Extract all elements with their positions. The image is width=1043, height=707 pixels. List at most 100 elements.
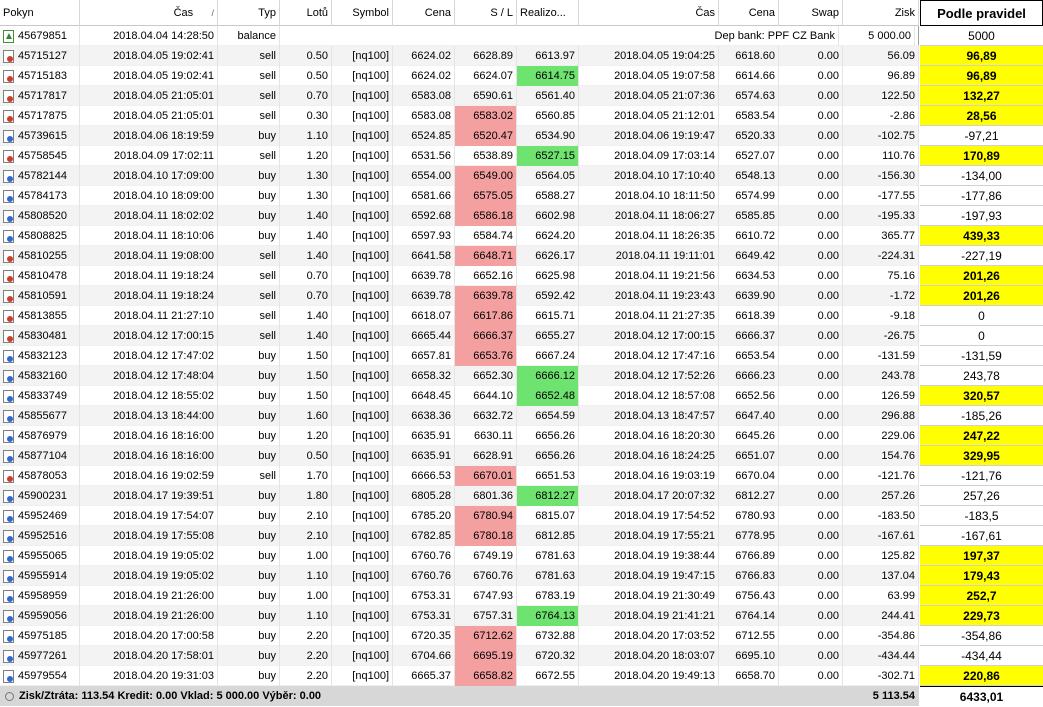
rule-value: 132,27 bbox=[920, 86, 1043, 106]
rule-value: -121,76 bbox=[920, 466, 1043, 486]
table-row[interactable]: 45739615 2018.04.06 18:19:59 buy 1.10 [nq100… bbox=[0, 126, 919, 146]
buy-order-icon bbox=[3, 609, 14, 623]
table-row[interactable]: 45952469 2018.04.19 17:54:07 buy 2.10 [nq100… bbox=[0, 506, 919, 526]
table-row[interactable]: 45758545 2018.04.09 17:02:11 sell 1.20 [nq10… bbox=[0, 146, 919, 166]
col-close-price[interactable]: Cena bbox=[719, 0, 779, 26]
rule-value: 170,89 bbox=[920, 146, 1043, 166]
sell-order-icon bbox=[3, 49, 14, 63]
rule-value: 329,95 bbox=[920, 446, 1043, 466]
buy-order-icon bbox=[3, 169, 14, 183]
rule-value: 201,26 bbox=[920, 266, 1043, 286]
trade-history-table: Pokyn Čas / Typ Lotů Symbol Cena S / L R… bbox=[0, 0, 919, 706]
rule-value: 28,56 bbox=[920, 106, 1043, 126]
balance-row[interactable]: 45679851 2018.04.04 14:28:50 balance Dep… bbox=[0, 26, 919, 46]
sell-order-icon bbox=[3, 269, 14, 283]
col-order[interactable]: Pokyn bbox=[0, 0, 80, 26]
rule-value: 439,33 bbox=[920, 226, 1043, 246]
table-row[interactable]: 45955914 2018.04.19 19:05:02 buy 1.10 [nq100… bbox=[0, 566, 919, 586]
table-row[interactable]: 45810591 2018.04.11 19:18:24 sell 0.70 [nq10… bbox=[0, 286, 919, 306]
table-row[interactable]: 45955065 2018.04.19 19:05:02 buy 1.00 [nq100… bbox=[0, 546, 919, 566]
buy-order-icon bbox=[3, 649, 14, 663]
table-row[interactable]: 45979554 2018.04.20 19:31:03 buy 2.20 [nq100… bbox=[0, 666, 919, 686]
buy-order-icon bbox=[3, 349, 14, 363]
table-row[interactable]: 45975185 2018.04.20 17:00:58 buy 2.20 [nq100… bbox=[0, 626, 919, 646]
table-row[interactable]: 45717817 2018.04.05 21:05:01 sell 0.70 [nq10… bbox=[0, 86, 919, 106]
sell-order-icon bbox=[3, 469, 14, 483]
col-lots[interactable]: Lotů bbox=[280, 0, 332, 26]
table-row[interactable]: 45810255 2018.04.11 19:08:00 sell 1.40 [nq10… bbox=[0, 246, 919, 266]
rule-value: 247,22 bbox=[920, 426, 1043, 446]
table-row[interactable]: 45876979 2018.04.16 18:16:00 buy 1.20 [nq100… bbox=[0, 426, 919, 446]
col-sl[interactable]: S / L bbox=[455, 0, 517, 26]
col-open-time[interactable]: Čas / bbox=[80, 0, 218, 26]
table-row[interactable]: 45813855 2018.04.11 21:27:10 sell 1.40 [nq10… bbox=[0, 306, 919, 326]
buy-order-icon bbox=[3, 129, 14, 143]
buy-order-icon bbox=[3, 429, 14, 443]
buy-order-icon bbox=[3, 389, 14, 403]
col-close-time[interactable]: Čas bbox=[579, 0, 719, 26]
sell-order-icon bbox=[3, 249, 14, 263]
col-type[interactable]: Typ bbox=[218, 0, 280, 26]
rule-based-column: Podle pravidel 5000 96,89 96,89 132,27 28,5… bbox=[920, 0, 1043, 706]
table-row[interactable]: 45715183 2018.04.05 19:02:41 sell 0.50 [nq10… bbox=[0, 66, 919, 86]
buy-order-icon bbox=[3, 529, 14, 543]
buy-order-icon bbox=[3, 489, 14, 503]
sell-order-icon bbox=[3, 109, 14, 123]
table-row[interactable]: 45784173 2018.04.10 18:09:00 buy 1.30 [nq100… bbox=[0, 186, 919, 206]
sort-indicator-icon: / bbox=[211, 8, 214, 18]
rule-value: 243,78 bbox=[920, 366, 1043, 386]
buy-order-icon bbox=[3, 669, 14, 683]
rule-value: 201,26 bbox=[920, 286, 1043, 306]
rule-value: 320,57 bbox=[920, 386, 1043, 406]
table-row[interactable]: 45717875 2018.04.05 21:05:01 sell 0.30 [nq10… bbox=[0, 106, 919, 126]
buy-order-icon bbox=[3, 229, 14, 243]
table-row[interactable]: 45808520 2018.04.11 18:02:02 buy 1.40 [nq100… bbox=[0, 206, 919, 226]
table-row[interactable]: 45832160 2018.04.12 17:48:04 buy 1.50 [nq100… bbox=[0, 366, 919, 386]
col-symbol[interactable]: Symbol bbox=[332, 0, 393, 26]
table-row[interactable]: 45878053 2018.04.16 19:02:59 sell 1.70 [nq10… bbox=[0, 466, 919, 486]
buy-order-icon bbox=[3, 549, 14, 563]
table-row[interactable]: 45833749 2018.04.12 18:55:02 buy 1.50 [nq100… bbox=[0, 386, 919, 406]
table-row[interactable]: 45808825 2018.04.11 18:10:06 buy 1.40 [nq100… bbox=[0, 226, 919, 246]
balance-icon bbox=[3, 29, 14, 43]
col-profit[interactable]: Zisk bbox=[843, 0, 919, 26]
rule-value: -177,86 bbox=[920, 186, 1043, 206]
rule-value: 96,89 bbox=[920, 66, 1043, 86]
table-row[interactable]: 45855677 2018.04.13 18:44:00 buy 1.60 [nq100… bbox=[0, 406, 919, 426]
col-swap[interactable]: Swap bbox=[779, 0, 843, 26]
sell-order-icon bbox=[3, 149, 14, 163]
rule-value: -97,21 bbox=[920, 126, 1043, 146]
table-row[interactable]: 45900231 2018.04.17 19:39:51 buy 1.80 [nq100… bbox=[0, 486, 919, 506]
sell-order-icon bbox=[3, 289, 14, 303]
table-row[interactable]: 45830481 2018.04.12 17:00:15 sell 1.40 [nq10… bbox=[0, 326, 919, 346]
sell-order-icon bbox=[3, 309, 14, 323]
table-row[interactable]: 45977261 2018.04.20 17:58:01 buy 2.20 [nq100… bbox=[0, 646, 919, 666]
rule-value: 197,37 bbox=[920, 546, 1043, 566]
col-price[interactable]: Cena bbox=[393, 0, 455, 26]
rule-value: -134,00 bbox=[920, 166, 1043, 186]
table-row[interactable]: 45782144 2018.04.10 17:09:00 buy 1.30 [nq100… bbox=[0, 166, 919, 186]
rule-value: 220,86 bbox=[920, 666, 1043, 686]
rule-value: -185,26 bbox=[920, 406, 1043, 426]
rule-total: 6433,01 bbox=[920, 686, 1043, 706]
table-row[interactable]: 45877104 2018.04.16 18:16:00 buy 0.50 [nq100… bbox=[0, 446, 919, 466]
table-row[interactable]: 45832123 2018.04.12 17:47:02 buy 1.50 [nq100… bbox=[0, 346, 919, 366]
summary-bar: Zisk/Ztráta: 113.54 Kredit: 0.00 Vklad: … bbox=[0, 686, 919, 706]
col-realized[interactable]: Realizo... bbox=[517, 0, 579, 26]
sell-order-icon bbox=[3, 89, 14, 103]
table-row[interactable]: 45959056 2018.04.19 21:26:00 buy 1.10 [nq100… bbox=[0, 606, 919, 626]
buy-order-icon bbox=[3, 589, 14, 603]
rule-value: 179,43 bbox=[920, 566, 1043, 586]
buy-order-icon bbox=[3, 189, 14, 203]
rule-balance: 5000 bbox=[920, 26, 1043, 46]
table-row[interactable]: 45810478 2018.04.11 19:18:24 sell 0.70 [nq10… bbox=[0, 266, 919, 286]
table-row[interactable]: 45952516 2018.04.19 17:55:08 buy 2.10 [nq100… bbox=[0, 526, 919, 546]
table-row[interactable]: 45715127 2018.04.05 19:02:41 sell 0.50 [nq10… bbox=[0, 46, 919, 66]
rule-value: -167,61 bbox=[920, 526, 1043, 546]
rule-value: -434,44 bbox=[920, 646, 1043, 666]
table-row[interactable]: 45958959 2018.04.19 21:26:00 buy 1.00 [nq100… bbox=[0, 586, 919, 606]
buy-order-icon bbox=[3, 369, 14, 383]
rule-value: -131,59 bbox=[920, 346, 1043, 366]
rule-value: 0 bbox=[920, 326, 1043, 346]
rule-value: 0 bbox=[920, 306, 1043, 326]
